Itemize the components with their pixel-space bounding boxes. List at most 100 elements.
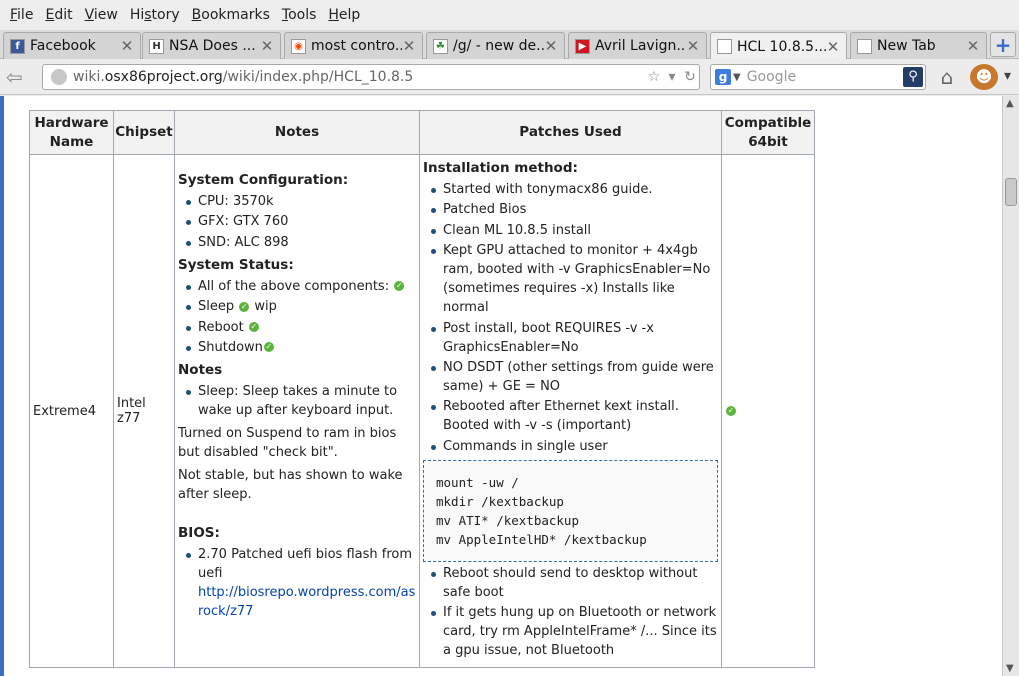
tab-title: New Tab <box>877 38 936 54</box>
browser-tab[interactable]: New Tab ✕ <box>850 32 987 59</box>
list-item: 2.70 Patched uefi bios flash from uefi ht… <box>186 546 416 619</box>
menu-file[interactable]: File <box>4 7 39 23</box>
tab-title: Avril Lavign... <box>595 38 686 54</box>
close-icon[interactable]: ✕ <box>260 37 274 55</box>
list-item: Sleep: Sleep takes a minute to wake up a… <box>186 382 416 420</box>
page-viewport: Hardware Name Chipset Notes Patches Used… <box>0 96 1002 676</box>
list-item: Reboot ✓ <box>186 318 416 337</box>
close-icon[interactable]: ✕ <box>966 37 980 55</box>
facebook-icon: f <box>10 38 25 54</box>
list-item: Shutdown ✓ <box>186 338 416 357</box>
list-item: Patched Bios <box>431 200 718 219</box>
column-header: Notes <box>174 110 420 155</box>
tab-title: HCL 10.8.5... <box>737 38 826 55</box>
column-header: Patches Used <box>419 110 722 155</box>
browser-tab[interactable]: HCL 10.8.5... ✕ <box>710 32 847 60</box>
google-icon[interactable]: g <box>715 69 731 85</box>
patches-list: Started with tonymacx86 guide. Patched B… <box>423 180 718 456</box>
close-icon[interactable]: ✕ <box>826 38 840 56</box>
search-input[interactable]: Google <box>747 69 903 85</box>
menu-tools[interactable]: Tools <box>276 7 323 23</box>
column-header: Hardware Name <box>29 110 114 155</box>
reload-icon[interactable]: ↻ <box>681 69 699 85</box>
url-bar[interactable]: wiki.osx86project.org/wiki/index.php/HCL… <box>42 64 700 90</box>
chipset-cell: Intel z77 <box>113 153 175 669</box>
close-icon[interactable]: ✕ <box>402 37 416 55</box>
list-item: CPU: 3570k <box>186 192 416 211</box>
tab-title: /g/ - new de... <box>453 38 544 54</box>
chevron-down-icon[interactable]: ▼ <box>733 72 741 83</box>
menu-bookmarks[interactable]: Bookmarks <box>186 7 276 23</box>
note-paragraph: Turned on Suspend to ram in bios but dis… <box>178 425 397 460</box>
list-item: NO DSDT (other settings from guide were … <box>431 358 718 396</box>
section-heading: BIOS: <box>178 524 220 541</box>
page-icon <box>857 38 872 54</box>
check-icon: ✓ <box>263 342 274 353</box>
menu-edit[interactable]: Edit <box>39 7 78 23</box>
hardware-name-cell: Extreme4 <box>29 153 114 669</box>
notes-list: Sleep: Sleep takes a minute to wake up a… <box>178 382 416 420</box>
browser-tab[interactable]: ☘ /g/ - new de... ✕ <box>426 32 565 59</box>
menu-history[interactable]: History <box>124 7 186 23</box>
menu-bar: File Edit View History Bookmarks Tools Help <box>0 0 1019 30</box>
check-icon: ✓ <box>726 406 736 417</box>
list-item: Rebooted after Ethernet kext install. Bo… <box>431 397 718 435</box>
close-icon[interactable]: ✕ <box>686 37 700 55</box>
tab-title: Facebook <box>30 38 96 54</box>
bios-link[interactable]: http://biosrepo.wordpress.com/asrock/z77 <box>198 585 415 619</box>
section-heading: System Configuration: <box>178 172 349 188</box>
section-heading: Installation method: <box>423 160 578 176</box>
list-item: Post install, boot REQUIRES -v -x Graphi… <box>431 319 718 357</box>
check-icon: ✓ <box>248 322 259 333</box>
list-item: Kept GPU attached to monitor + 4x4gb ram… <box>431 241 718 317</box>
home-icon[interactable]: ⌂ <box>934 65 960 89</box>
bookmark-star-icon[interactable]: ☆ <box>645 69 663 85</box>
patches-cell: Installation method: Started with tonyma… <box>419 153 722 669</box>
list-item: If it gets hung up on Bluetooth or netwo… <box>431 605 717 659</box>
sysconfig-list: CPU: 3570k GFX: GTX 760 SND: ALC 898 <box>178 192 416 252</box>
table-header-row: Hardware Name Chipset Notes Patches Used… <box>29 110 815 155</box>
tab-title: NSA Does ... <box>169 38 256 54</box>
vertical-scrollbar[interactable]: ▲ ▼ <box>1002 96 1019 676</box>
search-bar[interactable]: g ▼ Google ⚲ <box>710 64 926 90</box>
scroll-down-arrow-icon[interactable]: ▼ <box>1006 663 1014 674</box>
greasemonkey-icon[interactable]: ☻ <box>970 64 998 90</box>
page-icon <box>717 39 732 54</box>
list-item: Sleep ✓ wip <box>186 297 416 316</box>
list-item: SND: ALC 898 <box>186 233 416 252</box>
section-heading: System Status: <box>178 256 294 273</box>
list-item: Started with tonymacx86 guide. <box>431 180 718 199</box>
compatible-cell: ✓ <box>721 153 815 669</box>
browser-tab[interactable]: H NSA Does ... ✕ <box>142 32 281 59</box>
scroll-up-arrow-icon[interactable]: ▲ <box>1006 98 1014 109</box>
search-icon[interactable]: ⚲ <box>903 67 923 87</box>
check-icon: ✓ <box>239 301 250 312</box>
status-list: All of the above components: ✓ Sleep ✓ w… <box>178 277 416 357</box>
url-text[interactable]: wiki.osx86project.org/wiki/index.php/HCL… <box>73 69 645 85</box>
history-dropdown-icon[interactable]: ▾ <box>663 69 681 85</box>
back-arrow-icon[interactable]: ⇦ <box>6 66 30 88</box>
close-icon[interactable]: ✕ <box>544 37 558 55</box>
scrollbar-thumb[interactable] <box>1005 178 1017 206</box>
browser-tab[interactable]: ◉ most contro... ✕ <box>284 32 423 59</box>
youtube-icon: ▶ <box>575 38 590 54</box>
browser-tab[interactable]: f Facebook ✕ <box>3 32 141 59</box>
menu-help[interactable]: Help <box>322 7 366 23</box>
browser-tab[interactable]: ▶ Avril Lavign... ✕ <box>568 32 707 59</box>
menu-view[interactable]: View <box>79 7 124 23</box>
note-paragraph: Not stable, but has shown to wake after … <box>178 467 403 502</box>
table-row: Extreme4 Intel z77 System Configuration:… <box>29 153 815 669</box>
chevron-down-icon[interactable]: ▾ <box>1004 68 1011 84</box>
tab-strip: f Facebook ✕ H NSA Does ... ✕ ◉ most contro... ✕… <box>0 30 1019 60</box>
bios-list: 2.70 Patched uefi bios flash from uefi ht… <box>178 545 416 621</box>
list-item: GFX: GTX 760 <box>186 212 416 231</box>
close-icon[interactable]: ✕ <box>120 37 134 55</box>
wiki-icon: H <box>149 38 164 54</box>
globe-icon <box>51 69 67 85</box>
column-header: Compatible 64bit <box>721 110 815 155</box>
hcl-table: Hardware Name Chipset Notes Patches Used… <box>29 110 815 669</box>
notes-cell: System Configuration: CPU: 3570k GFX: GT… <box>174 153 420 669</box>
patches-list-after: Reboot should send to desktop without sa… <box>423 564 718 660</box>
new-tab-button[interactable]: + <box>990 32 1016 57</box>
4chan-icon: ☘ <box>433 38 448 54</box>
